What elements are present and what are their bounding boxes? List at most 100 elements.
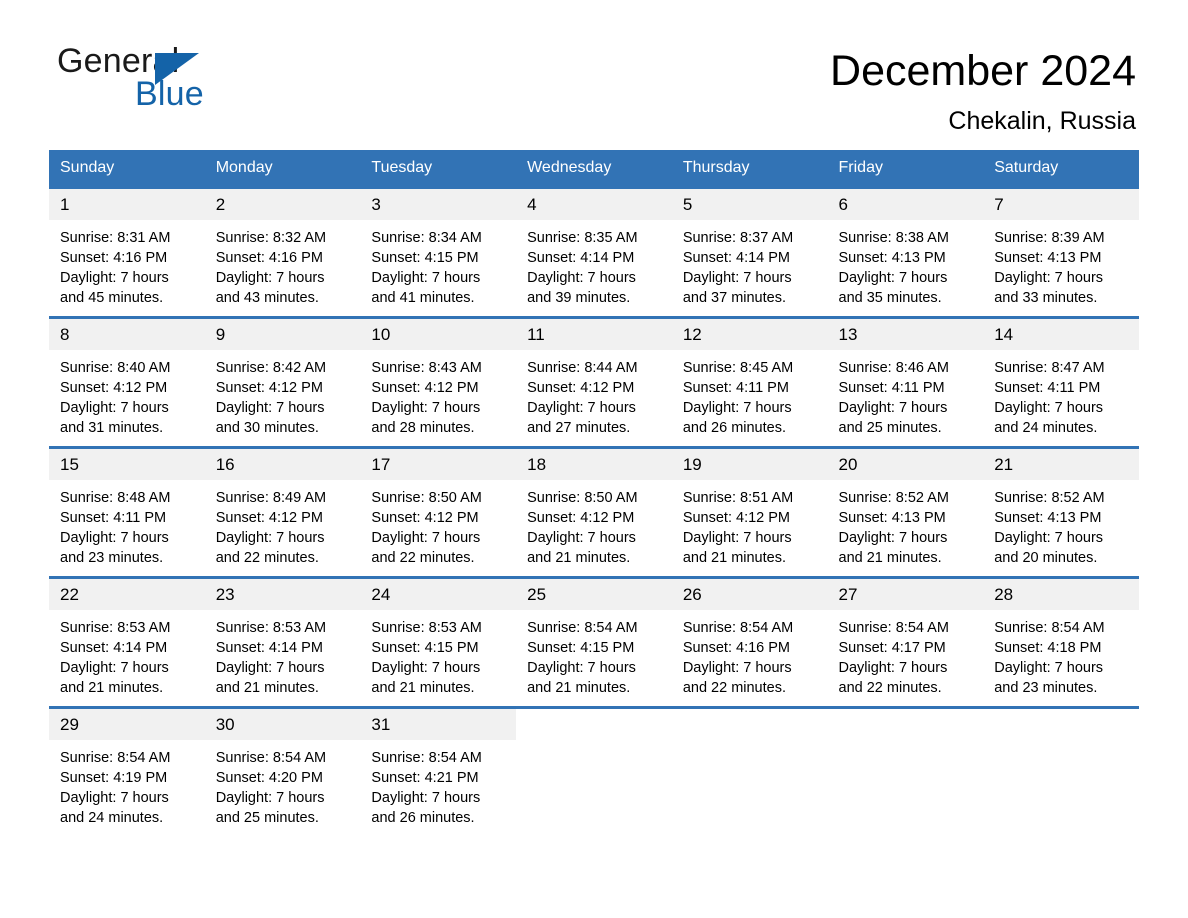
calendar-day-cell[interactable]: 8 Sunrise: 8:40 AM Sunset: 4:12 PM Daylight… <box>49 316 205 448</box>
daylight-duration-line1: Daylight: 7 hours <box>215 790 325 806</box>
day-number: 21 <box>983 449 1139 480</box>
calendar-day-cell[interactable]: 7 Sunrise: 8:39 AM Sunset: 4:13 PM Daylight… <box>983 186 1139 318</box>
daylight-duration-line2: and 43 minutes. <box>215 290 319 306</box>
calendar-day-cell[interactable]: 24 Sunrise: 8:53 AM Sunset: 4:15 PM Dayligh… <box>360 576 517 708</box>
daylight-duration-line2: and 21 minutes. <box>838 550 942 566</box>
sunset-time: Sunset: 4:19 PM <box>60 770 168 786</box>
daylight-duration-line1: Daylight: 7 hours <box>215 400 325 416</box>
day-details: Sunrise: 8:50 AM Sunset: 4:12 PM Daylight:… <box>360 480 516 568</box>
calendar-day-cell[interactable]: 13 Sunrise: 8:46 AM Sunset: 4:11 PM Dayligh… <box>827 316 984 448</box>
sunrise-time: Sunrise: 8:53 AM <box>371 620 482 636</box>
day-number: 28 <box>983 579 1139 610</box>
calendar-day-cell[interactable]: 26 Sunrise: 8:54 AM Sunset: 4:16 PM Dayligh… <box>671 576 828 708</box>
calendar-day-cell[interactable]: 27 Sunrise: 8:54 AM Sunset: 4:17 PM Dayligh… <box>827 576 984 708</box>
daylight-duration-line2: and 26 minutes. <box>371 810 475 826</box>
calendar-grid: Sunday Monday Tuesday Wednesday Thursday… <box>49 150 1139 838</box>
weekday-header-tuesday: Tuesday <box>360 150 517 188</box>
sunset-time: Sunset: 4:11 PM <box>994 380 1101 396</box>
calendar-day-cell[interactable]: 16 Sunrise: 8:49 AM Sunset: 4:12 PM Dayligh… <box>204 446 361 578</box>
calendar-day-cell[interactable]: 9 Sunrise: 8:42 AM Sunset: 4:12 PM Daylight… <box>204 316 361 448</box>
sunrise-time: Sunrise: 8:51 AM <box>682 490 794 506</box>
daylight-duration-line1: Daylight: 7 hours <box>838 660 948 676</box>
daylight-duration-line2: and 21 minutes. <box>527 680 631 696</box>
weekday-header-wednesday: Wednesday <box>516 150 672 188</box>
calendar-day-cell[interactable]: 1 Sunrise: 8:31 AM Sunset: 4:16 PM Daylight… <box>49 186 205 318</box>
day-details: Sunrise: 8:32 AM Sunset: 4:16 PM Daylight:… <box>205 220 361 308</box>
calendar-day-cell[interactable]: 17 Sunrise: 8:50 AM Sunset: 4:12 PM Dayligh… <box>360 446 517 578</box>
calendar-table: Sunday Monday Tuesday Wednesday Thursday… <box>49 150 1139 838</box>
calendar-day-cell[interactable]: 14 Sunrise: 8:47 AM Sunset: 4:11 PM Dayligh… <box>983 316 1139 448</box>
day-details: Sunrise: 8:44 AM Sunset: 4:12 PM Daylight:… <box>516 350 672 438</box>
calendar-day-cell[interactable]: 11 Sunrise: 8:44 AM Sunset: 4:12 PM Dayligh… <box>516 316 672 448</box>
daylight-duration-line2: and 37 minutes. <box>682 290 786 306</box>
sunset-time: Sunset: 4:12 PM <box>371 380 479 396</box>
calendar-day-cell[interactable]: 29 Sunrise: 8:54 AM Sunset: 4:19 PM Dayligh… <box>49 706 205 838</box>
daylight-duration-line1: Daylight: 7 hours <box>371 400 481 416</box>
calendar-cell-empty <box>983 706 1139 838</box>
calendar-day-cell[interactable]: 18 Sunrise: 8:50 AM Sunset: 4:12 PM Dayligh… <box>516 446 672 578</box>
calendar-day-cell[interactable]: 21 Sunrise: 8:52 AM Sunset: 4:13 PM Dayligh… <box>983 446 1139 578</box>
sunset-time: Sunset: 4:11 PM <box>60 510 167 526</box>
weekday-header-monday: Monday <box>204 150 361 188</box>
calendar-day-cell[interactable]: 6 Sunrise: 8:38 AM Sunset: 4:13 PM Daylight… <box>827 186 984 318</box>
sunrise-time: Sunrise: 8:46 AM <box>838 360 949 376</box>
daylight-duration-line1: Daylight: 7 hours <box>527 530 636 546</box>
sunrise-time: Sunrise: 8:43 AM <box>371 360 482 376</box>
calendar-day-cell[interactable]: 10 Sunrise: 8:43 AM Sunset: 4:12 PM Dayligh… <box>360 316 517 448</box>
day-number: 2 <box>204 189 361 220</box>
sunrise-time: Sunrise: 8:34 AM <box>371 230 482 246</box>
daylight-duration-line2: and 20 minutes. <box>994 550 1098 566</box>
calendar-day-cell[interactable]: 12 Sunrise: 8:45 AM Sunset: 4:11 PM Dayligh… <box>671 316 828 448</box>
daylight-duration-line2: and 30 minutes. <box>215 420 319 436</box>
sunset-time: Sunset: 4:16 PM <box>215 250 323 266</box>
calendar-week-row: 15 Sunrise: 8:48 AM Sunset: 4:11 PM Dayligh… <box>49 446 1139 578</box>
day-number: 15 <box>49 449 205 480</box>
day-number: 27 <box>827 579 984 610</box>
calendar-day-cell[interactable]: 22 Sunrise: 8:53 AM Sunset: 4:14 PM Dayligh… <box>49 576 205 708</box>
sunrise-time: Sunrise: 8:32 AM <box>215 230 327 246</box>
daylight-duration-line1: Daylight: 7 hours <box>371 530 481 546</box>
calendar-day-cell[interactable]: 31 Sunrise: 8:54 AM Sunset: 4:21 PM Dayligh… <box>360 706 517 838</box>
daylight-duration-line2: and 22 minutes. <box>371 550 475 566</box>
sunrise-time: Sunrise: 8:53 AM <box>60 620 171 636</box>
daylight-duration-line1: Daylight: 7 hours <box>838 530 948 546</box>
day-details: Sunrise: 8:49 AM Sunset: 4:12 PM Daylight:… <box>205 480 361 568</box>
calendar-day-cell[interactable]: 20 Sunrise: 8:52 AM Sunset: 4:13 PM Dayligh… <box>827 446 984 578</box>
day-number: 1 <box>49 189 205 220</box>
calendar-week-row: 29 Sunrise: 8:54 AM Sunset: 4:19 PM Dayligh… <box>49 706 1139 838</box>
calendar-page: General Blue December 2024 Chekalin, Rus… <box>0 0 1188 918</box>
calendar-day-cell[interactable]: 2 Sunrise: 8:32 AM Sunset: 4:16 PM Daylight… <box>204 186 361 318</box>
sunset-time: Sunset: 4:12 PM <box>215 510 323 526</box>
page-header: General Blue December 2024 Chekalin, Rus… <box>0 0 1188 150</box>
sunset-time: Sunset: 4:12 PM <box>527 510 635 526</box>
day-details: Sunrise: 8:39 AM Sunset: 4:13 PM Daylight:… <box>983 220 1139 308</box>
daylight-duration-line2: and 22 minutes. <box>682 680 786 696</box>
day-details: Sunrise: 8:37 AM Sunset: 4:14 PM Daylight:… <box>672 220 828 308</box>
calendar-week-row: 22 Sunrise: 8:53 AM Sunset: 4:14 PM Dayligh… <box>49 576 1139 708</box>
weekday-header-saturday: Saturday <box>983 150 1139 188</box>
day-details: Sunrise: 8:52 AM Sunset: 4:13 PM Daylight:… <box>983 480 1139 568</box>
day-number: 13 <box>827 319 984 350</box>
sunset-time: Sunset: 4:12 PM <box>527 380 635 396</box>
calendar-day-cell[interactable]: 4 Sunrise: 8:35 AM Sunset: 4:14 PM Daylight… <box>516 186 672 318</box>
calendar-day-cell[interactable]: 5 Sunrise: 8:37 AM Sunset: 4:14 PM Daylight… <box>671 186 828 318</box>
sunrise-time: Sunrise: 8:54 AM <box>838 620 949 636</box>
calendar-day-cell[interactable]: 3 Sunrise: 8:34 AM Sunset: 4:15 PM Daylight… <box>360 186 517 318</box>
daylight-duration-line2: and 24 minutes. <box>994 420 1098 436</box>
calendar-day-cell[interactable]: 15 Sunrise: 8:48 AM Sunset: 4:11 PM Dayligh… <box>49 446 205 578</box>
day-number: 20 <box>827 449 984 480</box>
sunset-time: Sunset: 4:14 PM <box>215 640 323 656</box>
daylight-duration-line1: Daylight: 7 hours <box>838 400 948 416</box>
calendar-day-cell[interactable]: 19 Sunrise: 8:51 AM Sunset: 4:12 PM Dayligh… <box>671 446 828 578</box>
day-details: Sunrise: 8:42 AM Sunset: 4:12 PM Daylight:… <box>205 350 361 438</box>
calendar-day-cell[interactable]: 23 Sunrise: 8:53 AM Sunset: 4:14 PM Dayligh… <box>204 576 361 708</box>
sunset-time: Sunset: 4:13 PM <box>838 250 946 266</box>
day-details: Sunrise: 8:53 AM Sunset: 4:15 PM Daylight:… <box>360 610 516 698</box>
daylight-duration-line1: Daylight: 7 hours <box>994 270 1104 286</box>
generalblue-logo[interactable]: General Blue <box>57 44 287 124</box>
calendar-day-cell[interactable]: 28 Sunrise: 8:54 AM Sunset: 4:18 PM Dayligh… <box>983 576 1139 708</box>
calendar-day-cell[interactable]: 25 Sunrise: 8:54 AM Sunset: 4:15 PM Dayligh… <box>516 576 672 708</box>
calendar-day-cell[interactable]: 30 Sunrise: 8:54 AM Sunset: 4:20 PM Dayligh… <box>204 706 361 838</box>
daylight-duration-line1: Daylight: 7 hours <box>682 270 792 286</box>
daylight-duration-line1: Daylight: 7 hours <box>994 530 1104 546</box>
